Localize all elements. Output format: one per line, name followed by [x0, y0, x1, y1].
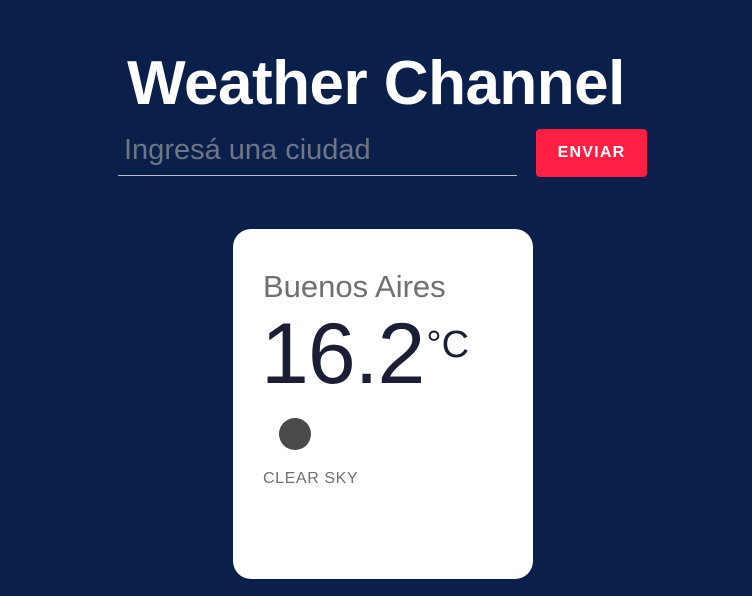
- city-search-form: ENVIAR: [118, 118, 648, 182]
- clear-sky-icon: [279, 418, 311, 450]
- app-title: Weather Channel: [127, 48, 625, 118]
- temperature-unit: °C: [426, 324, 470, 366]
- submit-button[interactable]: ENVIAR: [536, 129, 647, 177]
- city-name: Buenos Aires: [263, 269, 446, 304]
- temperature: 16.2°C: [261, 309, 469, 399]
- city-input[interactable]: [118, 126, 517, 176]
- weather-description: CLEAR SKY: [263, 470, 359, 487]
- temperature-value: 16.2: [261, 306, 425, 402]
- weather-card: Buenos Aires 16.2°C CLEAR SKY: [233, 229, 533, 579]
